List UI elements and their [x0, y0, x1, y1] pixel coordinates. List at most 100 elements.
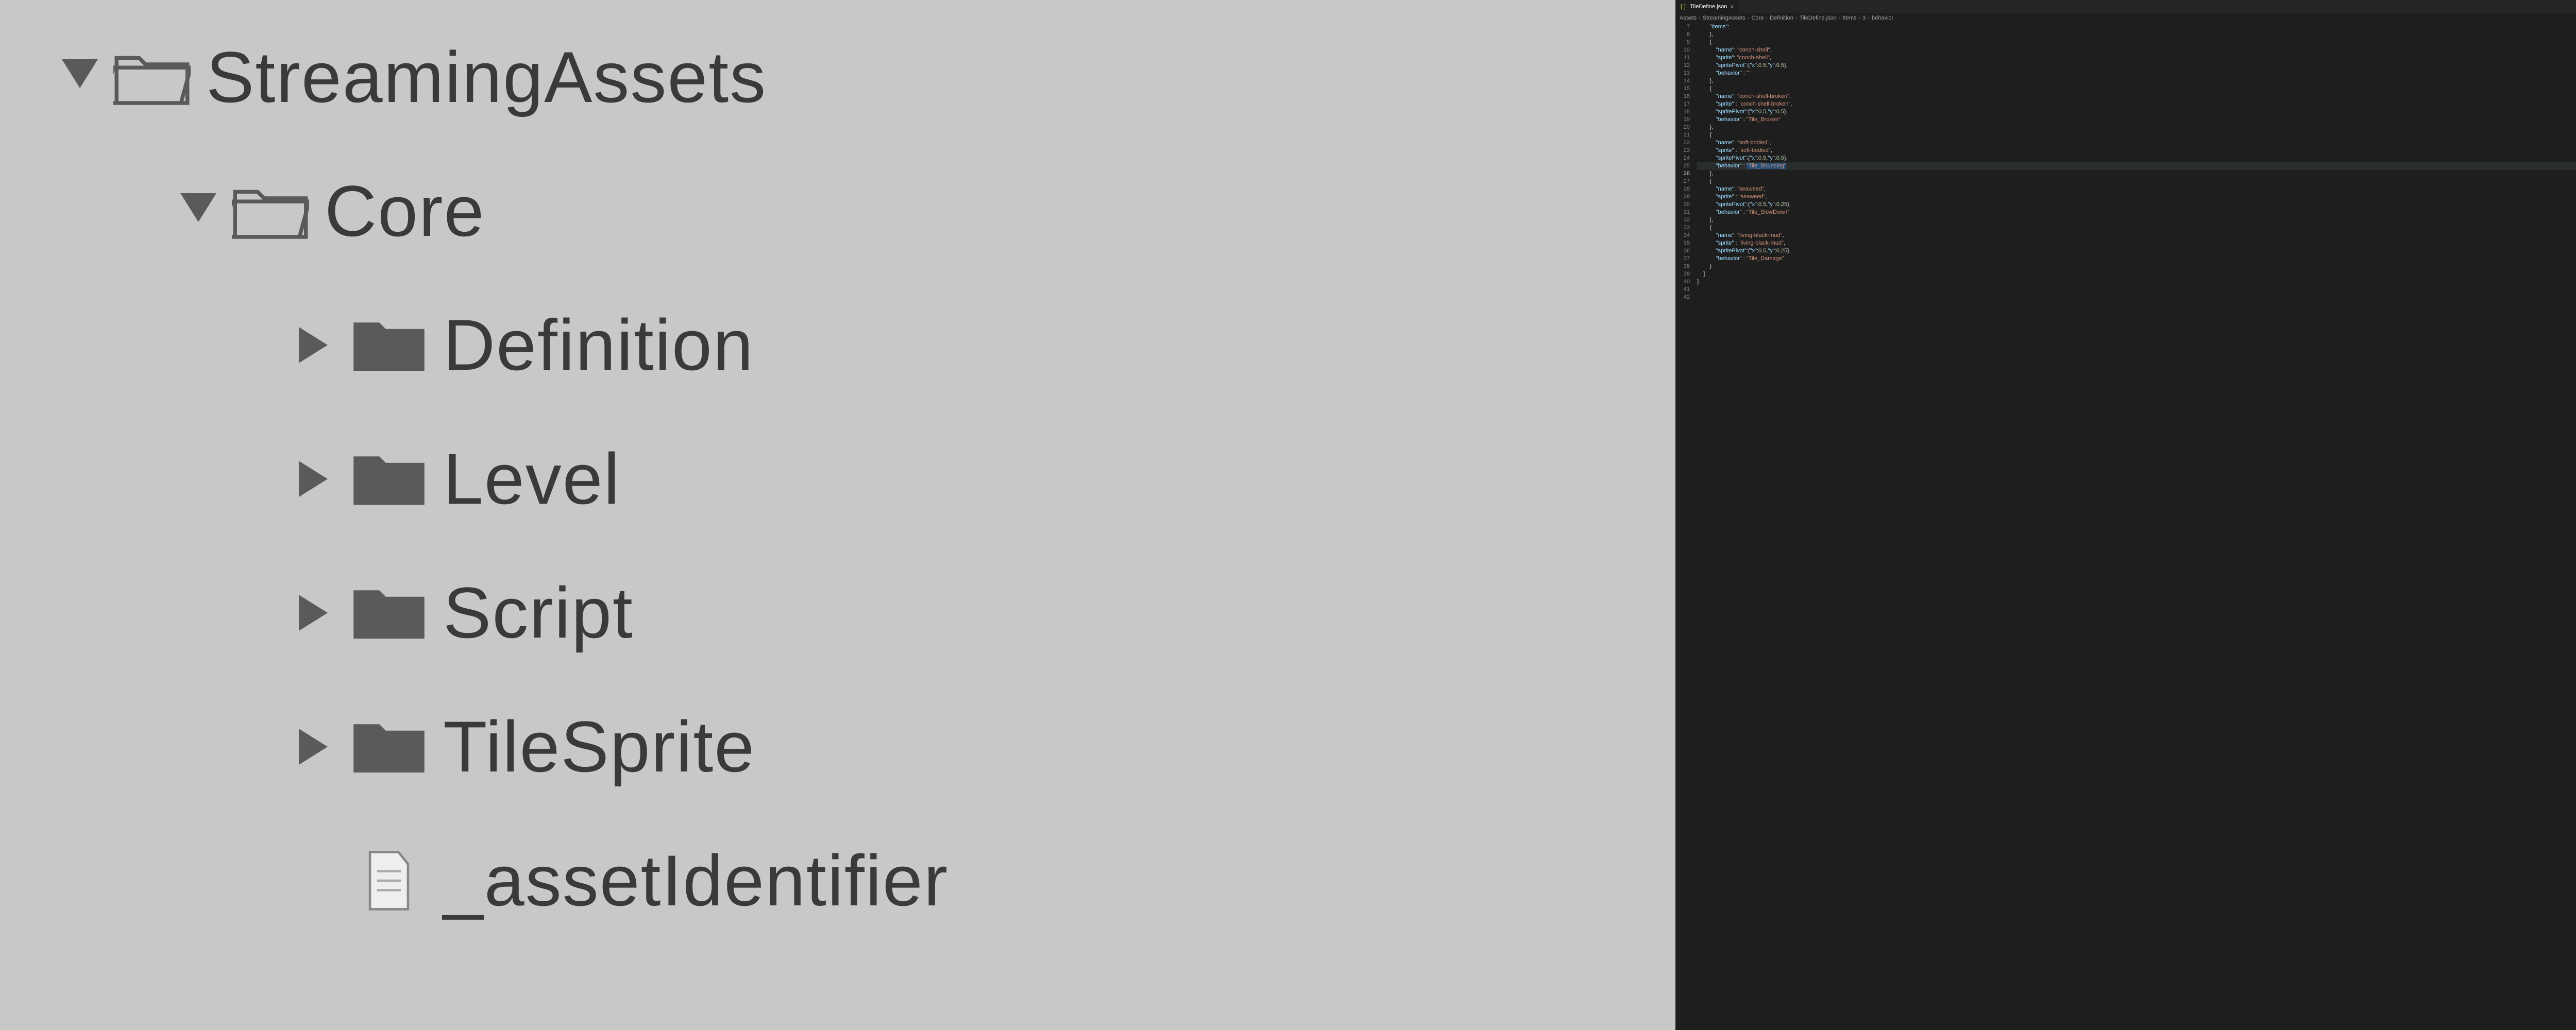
code-line[interactable]: "spritePivot":{"x":0.5,"y":0.5}, [1697, 154, 2576, 162]
code-line[interactable]: } [1697, 263, 2576, 270]
expand-arrow-icon[interactable] [52, 59, 108, 95]
line-number: 32 [1675, 216, 1690, 224]
line-number: 34 [1675, 232, 1690, 239]
line-number: 30 [1675, 201, 1690, 209]
breadcrumb-segment[interactable]: behavior [1872, 15, 1893, 21]
code-line[interactable]: "name": "seaweed", [1697, 185, 2576, 193]
chevron-right-icon: › [1699, 15, 1701, 21]
code-line[interactable]: }, [1697, 31, 2576, 39]
tree-label: Level [433, 437, 621, 521]
folder-icon [345, 582, 433, 644]
tree-item-core[interactable]: Core [52, 144, 1675, 278]
line-number: 35 [1675, 239, 1690, 247]
code-line[interactable]: "name": "soft-bodied", [1697, 139, 2576, 147]
code-line[interactable]: ] [1697, 270, 2576, 278]
line-gutter: 7891011121314151617181920212223242526272… [1675, 23, 1695, 1030]
line-number: 21 [1675, 131, 1690, 139]
tree-item-definition[interactable]: Definition [52, 278, 1675, 412]
line-number: 12 [1675, 62, 1690, 70]
code-line[interactable]: }, [1697, 124, 2576, 131]
code-line[interactable]: "spritePivot":{"x":0.5,"y":0.25}, [1697, 201, 2576, 209]
code-line[interactable]: "Items": [1697, 23, 2576, 31]
code-line[interactable] [1697, 286, 2576, 294]
line-number: 14 [1675, 77, 1690, 85]
breadcrumb-segment[interactable]: 3 [1862, 15, 1866, 21]
tab-label: TileDefine.json [1690, 4, 1727, 10]
collapse-arrow-icon[interactable] [289, 729, 345, 765]
tree-item-level[interactable]: Level [52, 412, 1675, 546]
code-line[interactable]: { [1697, 178, 2576, 185]
file-tree-panel: StreamingAssets Core Definition Level [0, 0, 1675, 1030]
tree-item-assetidentifier[interactable]: _assetIdentifier [52, 814, 1675, 948]
breadcrumb-segment[interactable]: TileDefine.json [1800, 15, 1837, 21]
code-lines[interactable]: "Items": }, { "name": "conch-shell", "sp… [1695, 23, 2576, 1030]
breadcrumb-segment[interactable]: Core [1752, 15, 1764, 21]
code-line[interactable]: "spritePivot":{"x":0.5,"y":0.5}, [1697, 108, 2576, 116]
code-line[interactable]: }, [1697, 216, 2576, 224]
code-line[interactable]: "behavior" : "" [1697, 70, 2576, 77]
line-number: 10 [1675, 46, 1690, 54]
folder-icon [345, 448, 433, 510]
code-line[interactable]: "sprite" : "conch-shell-broken", [1697, 100, 2576, 108]
line-number: 39 [1675, 270, 1690, 278]
tree-label: Definition [433, 303, 754, 387]
collapse-arrow-icon[interactable] [289, 461, 345, 497]
line-number: 33 [1675, 224, 1690, 232]
code-line[interactable]: } [1697, 278, 2576, 286]
code-line[interactable]: "behavior" : "Tile_Damage" [1697, 255, 2576, 263]
line-number: 13 [1675, 70, 1690, 77]
breadcrumb-segment[interactable]: Items [1843, 15, 1857, 21]
expand-arrow-icon[interactable] [170, 193, 227, 229]
tree-item-tilesprite[interactable]: TileSprite [52, 680, 1675, 814]
breadcrumb-segment[interactable]: Definition [1770, 15, 1793, 21]
tree-item-script[interactable]: Script [52, 546, 1675, 680]
code-line[interactable]: "sprite" : "living-black-mud", [1697, 239, 2576, 247]
code-line[interactable]: "sprite" : "soft-bodied", [1697, 147, 2576, 154]
chevron-right-icon: › [1868, 15, 1870, 21]
breadcrumb-bar[interactable]: Assets›StreamingAssets›Core›Definition›T… [1675, 13, 2576, 23]
folder-icon [345, 314, 433, 376]
code-line[interactable]: "name": "conch-shell-broken", [1697, 93, 2576, 100]
code-line[interactable]: "spritePivot":{"x":0.5,"y":0.25}, [1697, 247, 2576, 255]
collapse-arrow-icon[interactable] [289, 327, 345, 363]
code-line[interactable] [1697, 294, 2576, 301]
editor-pane-json: { } TileDefine.json × ▢ ⋯ Assets›Streami… [1675, 0, 2576, 1030]
line-number: 9 [1675, 39, 1690, 46]
code-line[interactable]: "name": "conch-shell", [1697, 46, 2576, 54]
line-number: 18 [1675, 108, 1690, 116]
tab-bar: { } TileDefine.json × ▢ ⋯ [1675, 0, 2576, 13]
code-line[interactable]: { [1697, 39, 2576, 46]
line-number: 19 [1675, 116, 1690, 124]
code-area[interactable]: 7891011121314151617181920212223242526272… [1675, 23, 2576, 1030]
collapse-arrow-icon[interactable] [289, 595, 345, 631]
code-line[interactable]: "behavior" : "Tile_Broken" [1697, 116, 2576, 124]
line-number: 29 [1675, 193, 1690, 201]
line-number: 22 [1675, 139, 1690, 147]
line-number: 36 [1675, 247, 1690, 255]
line-number: 8 [1675, 31, 1690, 39]
code-line[interactable]: "spritePivot":{"x":0.5,"y":0.5}, [1697, 62, 2576, 70]
tree-label: Core [314, 169, 485, 253]
code-line[interactable]: "behavior" : "Tile_Bouncing" [1697, 162, 2576, 170]
code-line[interactable]: { [1697, 131, 2576, 139]
breadcrumb-segment[interactable]: Assets [1680, 15, 1697, 21]
code-line[interactable]: "sprite" : "seaweed", [1697, 193, 2576, 201]
tree-item-streamingassets[interactable]: StreamingAssets [52, 10, 1675, 144]
code-line[interactable]: "behavior" : "Tile_SlowDown" [1697, 209, 2576, 216]
close-tab-icon[interactable]: × [1730, 3, 1734, 10]
code-line[interactable]: { [1697, 224, 2576, 232]
code-line[interactable]: "sprite": "conch-shell", [1697, 54, 2576, 62]
line-number: 38 [1675, 263, 1690, 270]
code-line[interactable]: { [1697, 85, 2576, 93]
line-number: 31 [1675, 209, 1690, 216]
breadcrumb-segment[interactable]: StreamingAssets [1703, 15, 1745, 21]
line-number: 16 [1675, 93, 1690, 100]
line-number: 11 [1675, 54, 1690, 62]
code-line[interactable]: }, [1697, 77, 2576, 85]
line-number: 27 [1675, 178, 1690, 185]
folder-icon [345, 716, 433, 778]
code-line[interactable]: }, [1697, 170, 2576, 178]
line-number: 42 [1675, 294, 1690, 301]
code-line[interactable]: "name": "living-black-mud", [1697, 232, 2576, 239]
tab-tiledefine-json[interactable]: { } TileDefine.json × [1675, 0, 1738, 13]
